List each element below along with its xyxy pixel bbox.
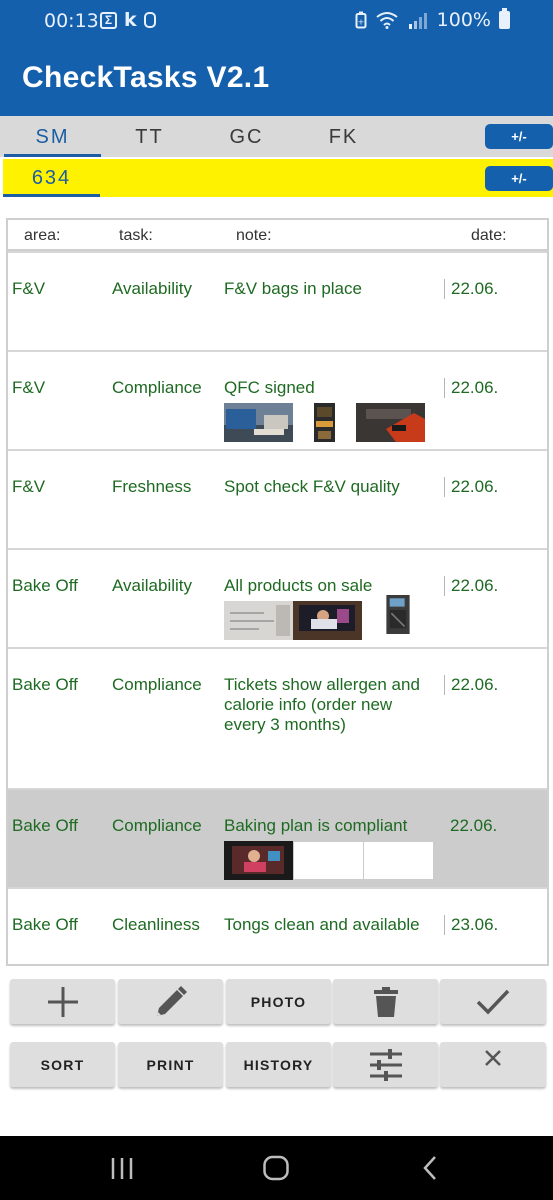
row-date: 22.06. xyxy=(450,816,498,835)
status-icons-left: Σ k xyxy=(100,9,156,31)
photo-button[interactable]: PHOTO xyxy=(226,979,331,1024)
app-title: CheckTasks V2.1 xyxy=(22,61,270,94)
back-icon[interactable] xyxy=(420,1153,440,1183)
row-area: Bake Off xyxy=(12,576,78,595)
table-row[interactable]: F&V Compliance QFC signed 22.06. xyxy=(8,352,547,449)
table-row[interactable]: F&V Freshness Spot check F&V quality 22.… xyxy=(8,451,547,548)
row-area: Bake Off xyxy=(12,675,78,694)
photo-thumbnail[interactable] xyxy=(224,403,293,442)
done-button[interactable] xyxy=(440,979,546,1024)
row-task: Compliance xyxy=(112,378,202,397)
row-area: F&V xyxy=(12,279,46,298)
row-note: QFC signed xyxy=(224,378,315,397)
row-date: 22.06. xyxy=(444,378,544,398)
trash-icon xyxy=(373,986,398,1017)
table-header: area: task: note: date: xyxy=(8,220,547,251)
history-button[interactable]: HISTORY xyxy=(226,1042,331,1087)
store-toggle-button[interactable]: +/- xyxy=(485,166,553,191)
tabs-toggle-button[interactable]: +/- xyxy=(485,124,553,149)
photo-thumbnail[interactable] xyxy=(384,595,412,634)
tabs-row: SM TT GC FK +/- xyxy=(0,116,553,157)
row-date: 23.06. xyxy=(444,915,544,935)
print-button[interactable]: PRINT xyxy=(118,1042,223,1087)
empty-photo-slot[interactable] xyxy=(294,842,363,879)
navigation-bar xyxy=(0,1136,553,1200)
pencil-icon xyxy=(156,985,187,1016)
row-task: Cleanliness xyxy=(112,915,200,934)
row-date: 22.06. xyxy=(444,576,544,596)
photo-thumbnail[interactable] xyxy=(293,601,362,640)
battery-percent: 100% xyxy=(436,9,491,31)
row-date: 22.06. xyxy=(444,477,544,497)
status-bar: 00:13 Σ k + 100% xyxy=(0,0,553,41)
table-row[interactable]: Bake Off Cleanliness Tongs clean and ava… xyxy=(8,889,547,964)
row-date: 22.06. xyxy=(444,675,544,695)
row-task: Availability xyxy=(112,576,193,595)
row-date: 22.06. xyxy=(444,279,544,299)
tab-gc[interactable]: GC xyxy=(198,116,295,157)
row-note: Baking plan is compliant xyxy=(224,816,408,835)
battery-icon xyxy=(499,8,510,29)
store-number-tab[interactable]: 634 xyxy=(3,159,100,197)
row-task: Compliance xyxy=(112,816,202,835)
table-row[interactable]: Bake Off Availability All products on sa… xyxy=(8,550,547,647)
plus-icon xyxy=(47,986,78,1017)
svg-text:+: + xyxy=(357,18,364,27)
row-note: Tickets show allergen and calorie info (… xyxy=(224,675,420,734)
edit-button[interactable] xyxy=(118,979,223,1024)
status-icons-right: + 100% xyxy=(355,8,510,31)
header-date: date: xyxy=(471,227,507,244)
recent-apps-icon[interactable] xyxy=(110,1153,134,1183)
header-note: note: xyxy=(236,227,272,244)
sigma-box-icon: Σ xyxy=(100,11,117,29)
battery-saver-icon: + xyxy=(355,11,367,29)
table-row[interactable]: F&V Availability F&V bags in place 22.06… xyxy=(8,253,547,350)
tab-sm[interactable]: SM xyxy=(4,116,101,157)
row-area: F&V xyxy=(12,378,46,397)
sliders-icon xyxy=(369,1048,402,1081)
row-photos xyxy=(224,841,433,880)
signal-icon xyxy=(408,13,427,29)
row-note: Tongs clean and available xyxy=(224,915,420,934)
row-area: Bake Off xyxy=(12,915,78,934)
sort-button[interactable]: SORT xyxy=(10,1042,115,1087)
row-photos xyxy=(224,595,412,640)
row-task: Compliance xyxy=(112,675,202,694)
row-note: All products on sale xyxy=(224,576,373,595)
row-area: Bake Off xyxy=(12,816,78,835)
row-area: F&V xyxy=(12,477,46,496)
watch-icon xyxy=(143,12,156,28)
filter-button[interactable] xyxy=(333,1042,438,1087)
row-photos xyxy=(224,403,425,442)
wifi-call-icon xyxy=(376,12,398,29)
tab-tt[interactable]: TT xyxy=(101,116,198,157)
table-row-selected[interactable]: Bake Off Compliance Baking plan is compl… xyxy=(8,790,547,887)
row-task: Freshness xyxy=(112,477,192,496)
photo-thumbnail[interactable] xyxy=(356,403,425,442)
photo-thumbnail[interactable] xyxy=(224,601,293,640)
table-rows: F&V Availability F&V bags in place 22.06… xyxy=(8,253,547,964)
task-table: area: task: note: date: F&V Availability… xyxy=(6,218,549,966)
home-icon[interactable] xyxy=(262,1153,290,1183)
photo-thumbnail[interactable] xyxy=(314,403,335,442)
status-time: 00:13 xyxy=(44,10,99,32)
close-icon xyxy=(485,1049,501,1066)
delete-button[interactable] xyxy=(333,979,438,1024)
app-bar: CheckTasks V2.1 xyxy=(0,41,553,116)
tab-fk[interactable]: FK xyxy=(295,116,392,157)
k-icon: k xyxy=(124,9,137,31)
row-note: Spot check F&V quality xyxy=(224,477,400,496)
row-note: F&V bags in place xyxy=(224,279,362,298)
header-task: task: xyxy=(119,227,153,244)
add-button[interactable] xyxy=(10,979,115,1024)
row-task: Availability xyxy=(112,279,193,298)
table-row[interactable]: Bake Off Compliance Tickets show allerge… xyxy=(8,649,547,788)
header-area: area: xyxy=(24,227,61,244)
clear-button[interactable] xyxy=(440,1042,546,1087)
empty-photo-slot[interactable] xyxy=(364,842,433,879)
photo-thumbnail[interactable] xyxy=(224,841,293,880)
checkmark-icon xyxy=(476,989,510,1015)
store-row: 634 +/- xyxy=(3,159,553,197)
